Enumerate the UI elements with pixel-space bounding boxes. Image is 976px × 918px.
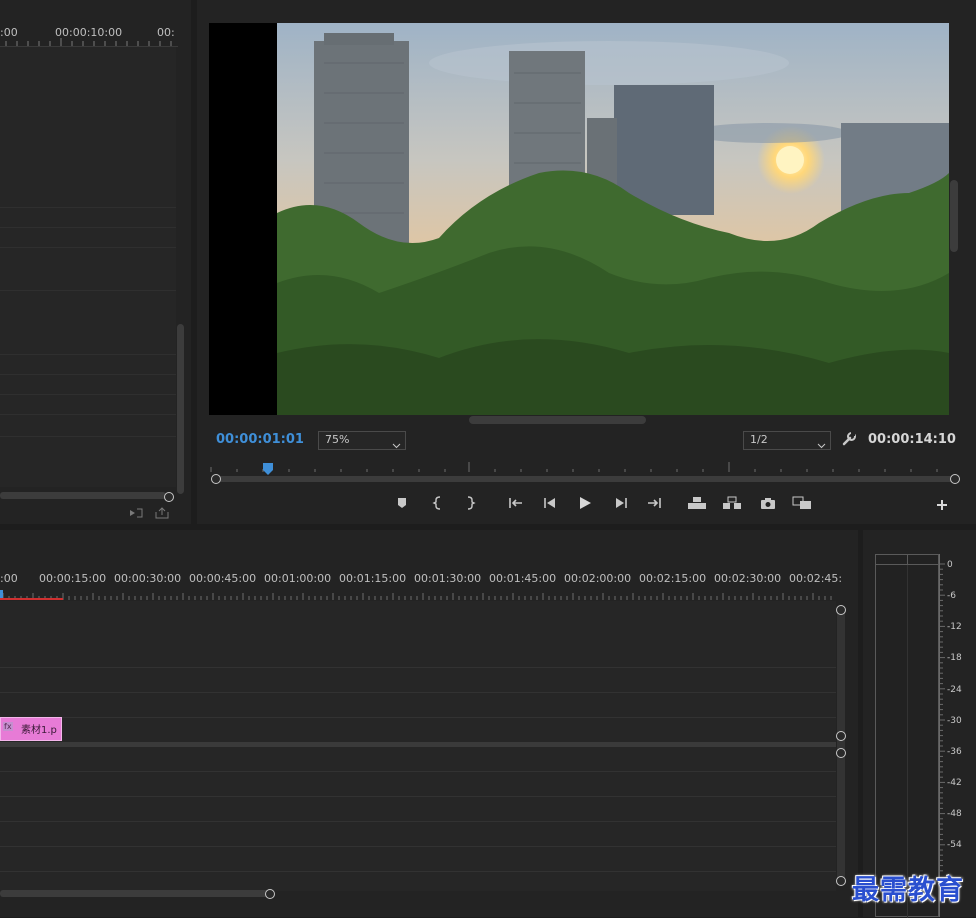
video-preview-image bbox=[209, 23, 949, 415]
timeline-ruler-label: 00:01:00:00 bbox=[264, 572, 332, 585]
monitor-zoom-handle-right[interactable] bbox=[950, 474, 960, 484]
db-label: -30 bbox=[947, 716, 962, 726]
db-label: -42 bbox=[947, 778, 962, 788]
go-to-out-button[interactable] bbox=[643, 492, 665, 514]
zoom-value: 75% bbox=[325, 433, 350, 446]
audio-meter-ticks bbox=[940, 563, 945, 872]
video-audio-divider[interactable] bbox=[0, 742, 836, 747]
add-marker-button[interactable] bbox=[391, 492, 413, 514]
go-to-in-button[interactable] bbox=[505, 492, 527, 514]
db-label: -48 bbox=[947, 809, 962, 819]
lift-button[interactable] bbox=[686, 492, 708, 514]
db-label: -54 bbox=[947, 840, 962, 850]
db-label: -12 bbox=[947, 622, 962, 632]
monitor-tab-strip bbox=[197, 0, 976, 8]
mark-out-button[interactable] bbox=[459, 492, 481, 514]
monitor-zoom-bar[interactable] bbox=[216, 476, 955, 482]
timeline-ruler-label: 00:02:00:00 bbox=[564, 572, 632, 585]
timeline-ruler-label: 00:00:15:00 bbox=[39, 572, 107, 585]
insert-clip-icon[interactable] bbox=[128, 505, 146, 519]
add-button-icon[interactable] bbox=[931, 494, 953, 516]
timeline-scroll-handle-mid1[interactable] bbox=[836, 731, 846, 741]
timeline-hscroll-handle[interactable] bbox=[265, 889, 275, 899]
work-area-bar[interactable] bbox=[0, 598, 63, 600]
video-frame[interactable] bbox=[209, 23, 949, 415]
timeline-ruler-label: 00:02:45: bbox=[789, 572, 843, 585]
db-label: -24 bbox=[947, 685, 962, 695]
export-frame-icon[interactable] bbox=[154, 505, 172, 519]
timeline-ruler-label: 00:02:30:00 bbox=[714, 572, 782, 585]
timeline-ruler-label: 00:00:30:00 bbox=[114, 572, 182, 585]
timeline-horizontal-scrollbar[interactable] bbox=[0, 890, 270, 897]
db-label: -36 bbox=[947, 747, 962, 757]
fx-badge: fx bbox=[3, 722, 13, 731]
timeline-ruler-label: 00:01:30:00 bbox=[414, 572, 482, 585]
timeline-ruler-label: 00:01:15:00 bbox=[339, 572, 407, 585]
play-button[interactable] bbox=[574, 492, 596, 514]
source-ruler-ticks bbox=[5, 38, 172, 46]
camera-icon[interactable] bbox=[757, 492, 779, 514]
chevron-down-icon bbox=[392, 435, 401, 454]
timeline-tracks[interactable] bbox=[0, 601, 836, 891]
db-label: -6 bbox=[947, 591, 956, 601]
extract-button[interactable] bbox=[721, 492, 743, 514]
timeline-scroll-handle-mid2[interactable] bbox=[836, 748, 846, 758]
timeline-ruler-ticks bbox=[2, 593, 832, 600]
mark-in-button[interactable] bbox=[427, 492, 449, 514]
db-label: 0 bbox=[947, 560, 953, 570]
source-track-area[interactable] bbox=[0, 47, 176, 487]
source-panel: :00 00:00:10:00 00: bbox=[0, 0, 191, 524]
source-horizontal-scrollbar[interactable] bbox=[0, 492, 166, 499]
timeline-ruler-label: :00 bbox=[0, 572, 18, 585]
step-forward-button[interactable] bbox=[610, 492, 632, 514]
monitor-ruler[interactable] bbox=[209, 460, 954, 474]
timeline-ruler-label: 00:01:45:00 bbox=[489, 572, 557, 585]
timeline-vertical-scrollbar[interactable] bbox=[837, 608, 845, 886]
duration-timecode: 00:00:14:10 bbox=[868, 432, 956, 447]
current-timecode[interactable]: 00:00:01:01 bbox=[216, 432, 304, 447]
timeline-ruler-label: 00:02:15:00 bbox=[639, 572, 707, 585]
clip-name: 素材1.p bbox=[21, 725, 57, 736]
source-scroll-handle[interactable] bbox=[164, 492, 174, 502]
monitor-horizontal-scrollbar[interactable] bbox=[469, 416, 646, 424]
compare-view-button[interactable] bbox=[791, 492, 813, 514]
monitor-vertical-scrollbar[interactable] bbox=[950, 180, 958, 252]
monitor-zoom-handle-left[interactable] bbox=[211, 474, 221, 484]
audio-meter-bars bbox=[875, 554, 939, 918]
chevron-down-icon bbox=[817, 435, 826, 454]
watermark-logo: 最需教育 bbox=[852, 875, 964, 906]
monitor-playhead[interactable] bbox=[262, 460, 273, 475]
resolution-select[interactable]: 1/2 bbox=[743, 431, 831, 450]
step-back-button[interactable] bbox=[539, 492, 561, 514]
video-clip[interactable]: fx 素材1.p bbox=[0, 717, 62, 741]
db-label: -18 bbox=[947, 653, 962, 663]
wrench-icon[interactable] bbox=[841, 431, 857, 447]
source-ruler[interactable]: :00 00:00:10:00 00: bbox=[0, 24, 178, 47]
resolution-value: 1/2 bbox=[750, 433, 768, 446]
source-vertical-scrollbar[interactable] bbox=[177, 324, 184, 494]
zoom-select[interactable]: 75% bbox=[318, 431, 406, 450]
timeline-scroll-handle-top[interactable] bbox=[836, 605, 846, 615]
timeline-scroll-handle-bottom[interactable] bbox=[836, 876, 846, 886]
timeline-ruler-label: 00:00:45:00 bbox=[189, 572, 257, 585]
